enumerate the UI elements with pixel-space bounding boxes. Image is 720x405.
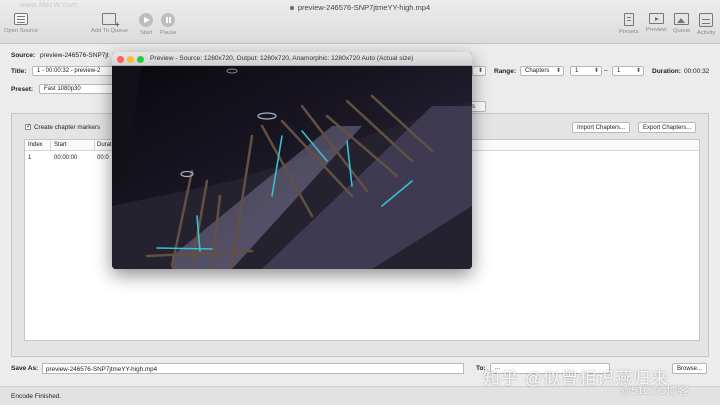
blog-watermark: @51CTO博客 <box>620 385 689 397</box>
column-header-start[interactable]: Start <box>54 142 67 148</box>
save-as-label: Save As: <box>11 365 39 372</box>
add-queue-icon <box>102 13 119 29</box>
toolbar: www.MacW.com preview-246576-SNP7jtmeYY-h… <box>0 0 720 44</box>
title-select[interactable]: 1 - 00:00:32 - preview-2 <box>32 66 116 76</box>
save-as-field[interactable]: preview-246576-SNP7jtmeYY-high.mp4 <box>42 363 464 374</box>
pause-icon <box>161 13 176 27</box>
cell-duration: 00:0 <box>97 155 109 161</box>
play-icon <box>139 13 153 27</box>
presets-button[interactable]: Presets <box>619 13 639 35</box>
range-end-select[interactable]: 1 ⬍ <box>612 66 644 76</box>
window-title: preview-246576-SNP7jtmeYY-high.mp4 <box>0 3 720 12</box>
create-markers-label: Create chapter markers <box>34 124 101 131</box>
preview-window[interactable]: Preview - Source: 1280x720, Output: 1280… <box>112 52 472 269</box>
duration-value: 00:00:32 <box>684 68 710 75</box>
source-label: Source: <box>11 52 36 59</box>
column-divider <box>94 140 95 151</box>
range-start-select[interactable]: 1 ⬍ <box>570 66 602 76</box>
range-label: Range: <box>494 68 517 75</box>
range-type-select[interactable]: Chapters ⬍ <box>520 66 564 76</box>
activity-button[interactable]: Activity <box>697 13 715 36</box>
start-button[interactable]: Start <box>139 13 153 36</box>
document-edited-dot <box>289 6 294 11</box>
close-button[interactable] <box>117 55 124 63</box>
preview-button[interactable]: Preview <box>646 13 667 33</box>
preset-label: Preset: <box>11 86 34 93</box>
cell-index: 1 <box>28 155 32 161</box>
column-header-index[interactable]: Index <box>28 142 43 148</box>
updown-arrows-icon: ⬍ <box>593 68 599 74</box>
preview-frame-image <box>112 66 472 269</box>
source-value: preview-246576-SNP7jt <box>40 52 109 59</box>
import-chapters-button[interactable]: Import Chapters... <box>572 122 631 133</box>
status-text: Encode Finished. <box>11 393 62 400</box>
create-markers-checkbox[interactable]: ✓ <box>25 124 31 130</box>
zoom-button[interactable] <box>137 55 144 63</box>
browse-button[interactable]: Browse... <box>672 363 708 374</box>
cell-start: 00:00:00 <box>54 155 78 161</box>
minimize-button[interactable] <box>127 55 134 63</box>
preview-titlebar[interactable]: Preview - Source: 1280x720, Output: 1280… <box>112 52 472 66</box>
export-chapters-button[interactable]: Export Chapters... <box>638 122 697 133</box>
film-icon <box>14 13 29 25</box>
preview-screen-icon <box>648 13 664 24</box>
duration-label: Duration: <box>652 68 681 75</box>
queue-icon <box>674 13 690 25</box>
column-divider <box>50 140 51 151</box>
presets-icon <box>623 13 634 26</box>
activity-icon <box>699 13 714 27</box>
column-header-duration[interactable]: Durat <box>97 142 112 148</box>
preview-title: Preview - Source: 1280x720, Output: 1280… <box>150 55 414 62</box>
title-label: Title: <box>11 68 27 75</box>
add-to-queue-button[interactable]: Add To Queue <box>91 13 128 34</box>
open-source-button[interactable]: Open Source <box>4 13 38 34</box>
preset-select[interactable]: Fast 1080p30 <box>39 84 116 94</box>
range-separator: – <box>604 67 608 74</box>
updown-arrows-icon: ⬍ <box>477 68 483 74</box>
updown-arrows-icon: ⬍ <box>555 68 561 74</box>
updown-arrows-icon: ⬍ <box>635 68 641 74</box>
pause-button[interactable]: Pause <box>160 13 176 36</box>
queue-button[interactable]: Queue <box>673 13 690 34</box>
angle-select[interactable]: ⬍ <box>472 66 486 76</box>
